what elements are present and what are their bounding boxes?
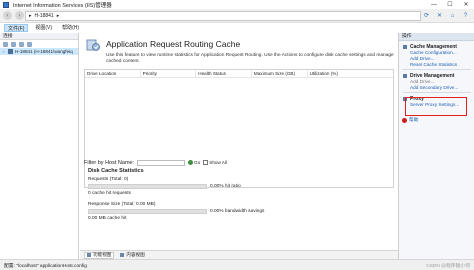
filter-label: Filter by Host Name:: [84, 159, 135, 166]
maximize-button[interactable]: ☐: [442, 0, 458, 9]
menu-bar: 文件(F) 视图(V) 帮助(H): [0, 23, 474, 32]
disk-cache-statistics: Disk Cache Statistics Requests (Total: 0…: [85, 168, 393, 222]
hit-ratio-bar: [88, 184, 207, 189]
column-header-utilization[interactable]: Utilization (%): [308, 70, 393, 77]
back-button[interactable]: ‹: [3, 11, 12, 20]
address-box[interactable]: ▸ H-18841 ▸: [25, 11, 421, 21]
grid-header: Drive Location Priority Health Status Ma…: [85, 70, 393, 78]
tree-node-label: H-18841 (H-18841\wangfeiq: [15, 49, 73, 54]
content-view-icon: [120, 253, 125, 257]
arr-cache-icon: [86, 39, 100, 51]
go-label: Go: [194, 160, 201, 165]
address-arrow-icon[interactable]: ▸: [57, 13, 60, 19]
connections-header: 连接: [0, 33, 78, 40]
column-header-health-status[interactable]: Health Status: [196, 70, 252, 77]
feature-header: Application Request Routing Cache Use th…: [86, 36, 394, 66]
home-icon[interactable]: ⌂: [448, 11, 457, 20]
section-drive-management: Drive Management: [399, 73, 474, 79]
address-server-segment[interactable]: H-18841: [35, 13, 54, 19]
bandwidth-savings-text: 0.00% bandwidth savings: [210, 209, 265, 214]
column-header-priority[interactable]: Priority: [141, 70, 197, 77]
action-help[interactable]: 帮助: [409, 117, 418, 123]
iis-app-icon: [3, 1, 9, 8]
go-button[interactable]: Go: [188, 160, 200, 165]
filter-bar: Filter by Host Name: Go Show All: [84, 158, 394, 167]
menu-file[interactable]: 文件(F): [4, 23, 29, 32]
host-filter-input[interactable]: [137, 159, 186, 166]
address-arrow-icon: ▸: [29, 13, 32, 19]
window-title: Internet Information Services (IIS)管理器: [13, 2, 112, 9]
address-bar: ‹ › ▸ H-18841 ▸ ⟳ ✕ ⌂ ?: [0, 9, 474, 23]
requests-bar-row: 0.00% hit ratio: [88, 183, 393, 190]
forward-button[interactable]: ›: [15, 11, 24, 20]
tree-node-server[interactable]: › H-18841 (H-18841\wangfeiq: [0, 48, 78, 55]
section-icon: [403, 45, 407, 49]
save-icon[interactable]: [11, 41, 16, 47]
column-header-drive-location[interactable]: Drive Location: [85, 70, 141, 77]
connections-pane: 连接 › H-18841 (H-18841\wangfeiq: [0, 33, 79, 259]
tab-label: 内容视图: [126, 252, 145, 257]
column-header-maximum-size[interactable]: Maximum Size (GB): [252, 70, 308, 77]
stats-title: Disk Cache Statistics: [88, 168, 144, 174]
action-add-secondary-drive[interactable]: Add Secondary Drive...: [399, 85, 474, 91]
stop-icon[interactable]: ✕: [435, 11, 444, 20]
status-text: 配置: "localhost" applicationHost.config: [4, 263, 87, 269]
bandwidth-savings-bar: [88, 209, 207, 214]
section-icon: [403, 74, 407, 78]
minimize-button[interactable]: —: [426, 0, 442, 9]
menu-help[interactable]: 帮助(H): [59, 24, 82, 32]
help-icon[interactable]: ?: [461, 11, 470, 20]
show-all-label: Show All: [209, 160, 227, 165]
section-cache-management: Cache Management: [399, 44, 474, 50]
actions-pane: 操作 Cache Management Cache Configuration.…: [398, 33, 474, 259]
close-button[interactable]: ✕: [458, 0, 474, 9]
feature-description: Use this feature to view runtime statist…: [106, 53, 394, 64]
show-all-button[interactable]: Show All: [203, 160, 227, 165]
action-reset-cache-statistics[interactable]: Reset Cache Statistics: [399, 62, 474, 68]
main-content: Application Request Routing Cache Use th…: [80, 33, 398, 250]
section-title: Drive Management: [410, 73, 455, 79]
connections-toolbar: [0, 40, 78, 48]
view-tabs: 功能视图 内容视图: [80, 250, 398, 259]
refresh-icon[interactable]: ⟳: [422, 11, 431, 20]
refresh-icon[interactable]: [27, 41, 32, 47]
up-icon[interactable]: [19, 41, 24, 47]
address-tools: ⟳ ✕ ⌂ ?: [422, 11, 470, 20]
features-view-icon: [87, 253, 91, 257]
title-bar: Internet Information Services (IIS)管理器 —…: [0, 0, 474, 9]
page-title: Application Request Routing Cache: [106, 39, 241, 49]
menu-view[interactable]: 视图(V): [32, 24, 55, 32]
hit-ratio-text: 0.00% hit ratio: [210, 184, 241, 189]
red-highlight-annotation: [405, 97, 467, 116]
section-title: Cache Management: [410, 44, 457, 50]
status-bar: 配置: "localhost" applicationHost.config C…: [0, 259, 474, 270]
watermark: CSDN @程序猿小何: [426, 264, 470, 269]
cache-hit-size: 0.00 MB cache hit: [88, 216, 127, 221]
tab-content-view[interactable]: 内容视图: [118, 252, 146, 259]
go-icon: [188, 160, 194, 165]
cache-hit-requests: 0 cache hit requests: [88, 191, 131, 196]
actions-header: 操作: [399, 33, 474, 41]
server-icon: [8, 49, 13, 54]
response-bar-row: 0.00% bandwidth savings: [88, 208, 393, 215]
window-controls: — ☐ ✕: [426, 0, 474, 9]
tab-features-view[interactable]: 功能视图: [84, 251, 115, 259]
connect-icon[interactable]: [3, 41, 8, 47]
help-icon: [402, 118, 407, 123]
tab-label: 功能视图: [93, 252, 112, 257]
show-all-icon: [203, 160, 209, 165]
